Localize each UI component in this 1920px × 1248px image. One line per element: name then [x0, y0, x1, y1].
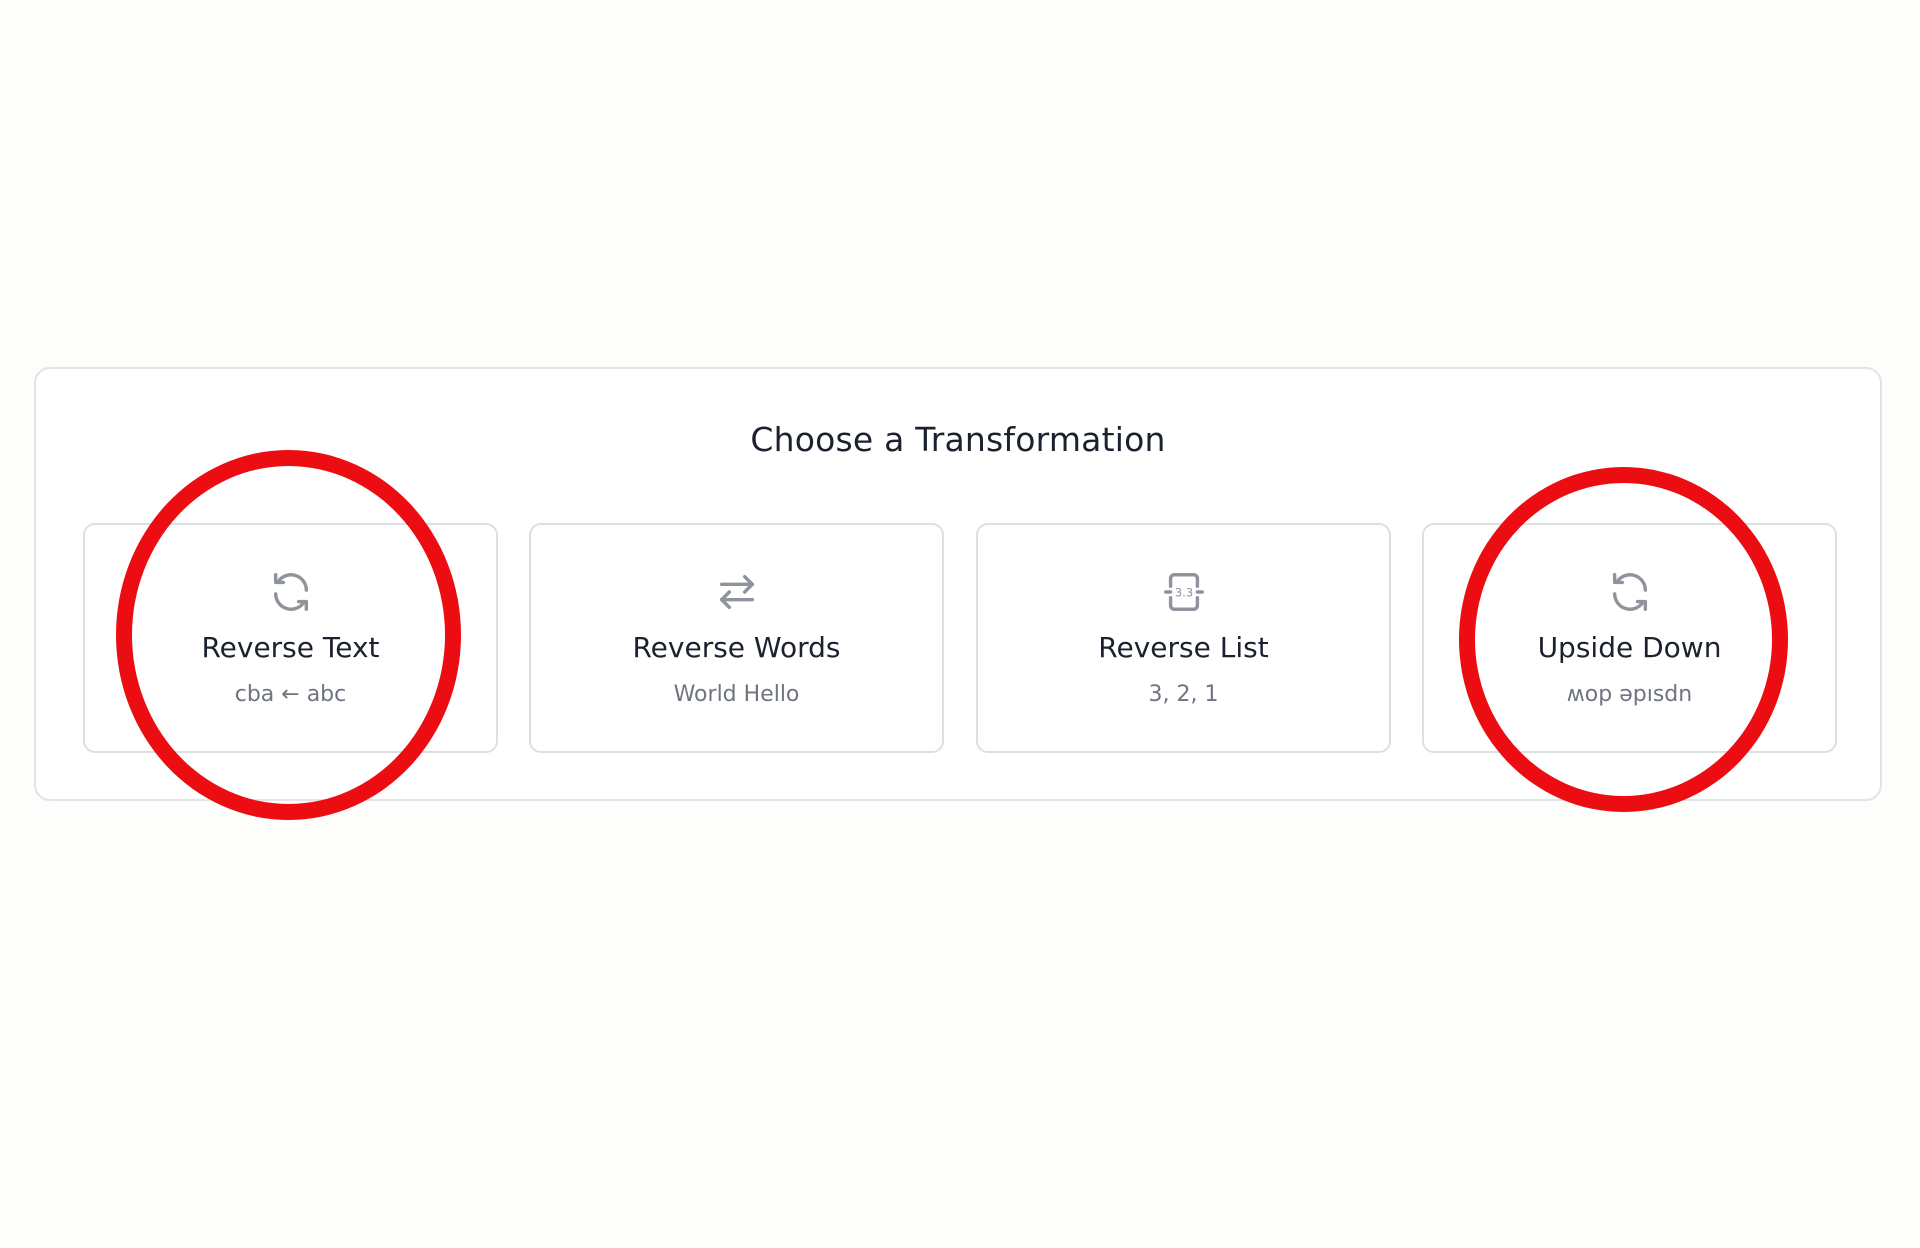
- card-reverse-list[interactable]: 3.3 Reverse List 3, 2, 1: [976, 523, 1391, 753]
- card-label: Upside Down: [1537, 631, 1722, 664]
- card-example: World Hello: [673, 682, 800, 707]
- card-label: Reverse Text: [201, 631, 380, 664]
- refresh-icon: [1607, 569, 1653, 615]
- card-upside-down[interactable]: Upside Down ʍop ǝpısdn: [1422, 523, 1837, 753]
- card-reverse-words[interactable]: Reverse Words World Hello: [529, 523, 944, 753]
- card-example: cba ← abc: [234, 682, 347, 707]
- app-stage: Choose a Transformation Reverse Text cba…: [0, 0, 1920, 1248]
- card-example: ʍop ǝpısdn: [1566, 682, 1693, 707]
- card-label: Reverse List: [1098, 631, 1269, 664]
- transformation-panel: Choose a Transformation Reverse Text cba…: [34, 367, 1882, 801]
- card-reverse-text[interactable]: Reverse Text cba ← abc: [83, 523, 498, 753]
- list-reverse-icon: 3.3: [1161, 569, 1207, 615]
- list-reverse-glyph: 3.3: [1174, 585, 1192, 599]
- swap-arrows-icon: [714, 569, 760, 615]
- refresh-icon: [268, 569, 314, 615]
- card-example: 3, 2, 1: [1148, 682, 1219, 707]
- panel-title: Choose a Transformation: [750, 420, 1166, 459]
- card-label: Reverse Words: [632, 631, 841, 664]
